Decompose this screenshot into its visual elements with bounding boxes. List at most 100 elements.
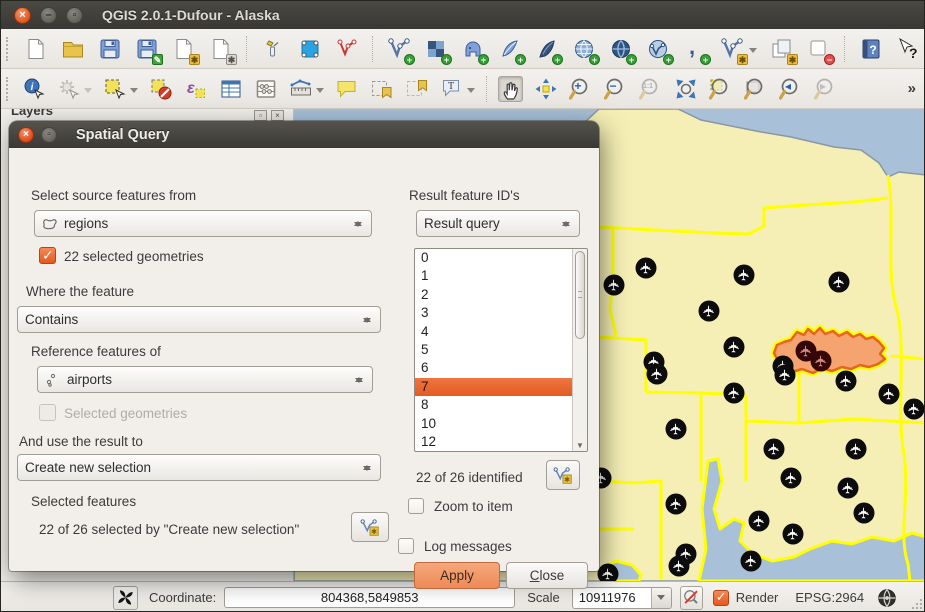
- window-maximize-icon[interactable]: ▫: [66, 7, 83, 24]
- new-bookmark-icon[interactable]: [369, 76, 394, 102]
- create-identified-layer-button[interactable]: ✱: [546, 460, 580, 490]
- new-shapefile-layer-icon-dropdown[interactable]: [749, 48, 757, 57]
- crs-status-button[interactable]: [877, 588, 897, 608]
- dialog-titlebar[interactable]: × ▫ Spatial Query: [9, 121, 599, 148]
- help-contents-icon[interactable]: ?: [858, 36, 883, 62]
- add-delimited-text-layer-icon[interactable]: ,+: [682, 36, 707, 62]
- coordinate-toggle-button[interactable]: [113, 586, 138, 610]
- result-id-item[interactable]: 5: [415, 341, 572, 359]
- dialog-close-icon[interactable]: ×: [18, 127, 34, 143]
- reference-layer-combobox[interactable]: airports: [37, 366, 373, 393]
- result-id-item[interactable]: 10: [415, 415, 572, 433]
- result-id-item[interactable]: 7: [415, 378, 572, 396]
- new-shapefile-layer-icon[interactable]: ✱: [719, 36, 744, 62]
- new-project-icon[interactable]: [23, 36, 48, 62]
- source-layer-combobox[interactable]: regions: [34, 210, 372, 237]
- result-id-item[interactable]: 12: [415, 433, 572, 451]
- close-button[interactable]: Close: [506, 562, 588, 589]
- render-checkbox[interactable]: [713, 590, 729, 606]
- resize-grip[interactable]: [910, 599, 922, 611]
- whats-this-icon[interactable]: ?: [895, 36, 920, 62]
- dock-float-icon[interactable]: ▫: [254, 110, 267, 121]
- zoom-out-icon[interactable]: −: [603, 76, 628, 102]
- result-id-listbox[interactable]: 0123456781012 ▼: [414, 248, 588, 452]
- result-id-item[interactable]: 4: [415, 323, 572, 341]
- touch-navigation-icon[interactable]: [297, 36, 322, 62]
- predicate-combobox[interactable]: Contains: [17, 306, 381, 333]
- add-wfs-layer-icon[interactable]: +: [645, 36, 670, 62]
- run-feature-action-icon-dropdown[interactable]: [84, 88, 92, 97]
- result-id-item[interactable]: 8: [415, 396, 572, 414]
- show-bookmarks-icon[interactable]: [404, 76, 429, 102]
- zoom-to-layer-icon[interactable]: [743, 76, 768, 102]
- zoom-last-icon[interactable]: ◂: [778, 76, 803, 102]
- map-tips-icon[interactable]: [334, 76, 359, 102]
- zoom-to-item-checkbox[interactable]: [408, 498, 424, 514]
- scale-combobox[interactable]: 10911976: [572, 587, 672, 609]
- add-postgis-layer-icon[interactable]: +: [460, 36, 485, 62]
- toolbar-separator: [246, 36, 247, 62]
- log-messages-checkbox[interactable]: [398, 538, 414, 554]
- pan-map-icon[interactable]: [498, 76, 523, 102]
- result-id-item[interactable]: 2: [415, 286, 572, 304]
- add-spatialite-layer-icon[interactable]: +: [497, 36, 522, 62]
- zoom-native-icon[interactable]: 1:1: [638, 76, 663, 102]
- result-action-combobox[interactable]: Create new selection: [17, 454, 381, 481]
- stop-rendering-button[interactable]: [680, 586, 703, 610]
- result-id-item[interactable]: 3: [415, 304, 572, 322]
- add-raster-layer-icon[interactable]: +: [423, 36, 448, 62]
- save-project-icon[interactable]: [97, 36, 122, 62]
- select-features-icon[interactable]: [102, 76, 127, 102]
- add-wcs-layer-icon[interactable]: +: [608, 36, 633, 62]
- node-tool-icon[interactable]: [334, 36, 359, 62]
- add-mssql-layer-icon[interactable]: +: [534, 36, 559, 62]
- airport-marker: ✈: [764, 439, 785, 460]
- composer-manager-icon[interactable]: ✱: [208, 36, 233, 62]
- duplicate-layer-icon[interactable]: ✱: [769, 36, 794, 62]
- save-project-as-icon[interactable]: ✎: [134, 36, 159, 62]
- result-id-item[interactable]: 0: [415, 249, 572, 267]
- text-annotation-icon[interactable]: T: [439, 76, 464, 102]
- select-by-expression-icon[interactable]: ε: [183, 76, 208, 102]
- identify-features-icon[interactable]: i: [21, 76, 46, 102]
- result-query-combobox[interactable]: Result query: [416, 210, 580, 237]
- zoom-in-icon[interactable]: +: [568, 76, 593, 102]
- scrollbar-down-icon[interactable]: ▼: [573, 441, 587, 450]
- measure-icon-dropdown[interactable]: [316, 88, 324, 97]
- text-annotation-icon-dropdown[interactable]: [467, 88, 475, 97]
- add-vector-layer-icon[interactable]: +: [386, 36, 411, 62]
- deselect-all-icon[interactable]: [148, 76, 173, 102]
- add-wms-layer-icon[interactable]: +: [571, 36, 596, 62]
- result-id-item[interactable]: 6: [415, 359, 572, 377]
- new-print-composer-icon[interactable]: ✱: [171, 36, 196, 62]
- run-feature-action-icon[interactable]: [56, 76, 81, 102]
- scrollbar-thumb[interactable]: [575, 251, 585, 339]
- source-selected-checkbox[interactable]: [39, 247, 56, 264]
- gps-tools-icon[interactable]: [260, 36, 285, 62]
- open-project-icon[interactable]: [60, 36, 85, 62]
- svg-text:✱: ✱: [371, 527, 377, 536]
- window-close-icon[interactable]: ×: [14, 7, 31, 24]
- coordinate-input[interactable]: 804368,5849853: [224, 587, 515, 608]
- toolbar-overflow-chevron[interactable]: »: [908, 80, 916, 97]
- measure-icon[interactable]: [288, 76, 313, 102]
- dialog-maximize-icon[interactable]: ▫: [41, 127, 57, 143]
- zoom-full-icon[interactable]: [673, 76, 698, 102]
- listbox-scrollbar[interactable]: ▼: [572, 249, 587, 451]
- open-attribute-table-icon[interactable]: [218, 76, 243, 102]
- apply-button[interactable]: Apply: [414, 562, 500, 589]
- zoom-next-icon[interactable]: ▸: [813, 76, 838, 102]
- window-minimize-icon[interactable]: –: [40, 7, 57, 24]
- field-calculator-icon[interactable]: [253, 76, 278, 102]
- select-features-icon-dropdown[interactable]: [130, 88, 138, 97]
- result-id-item[interactable]: 1: [415, 267, 572, 285]
- pan-to-selection-icon[interactable]: [533, 76, 558, 102]
- toolbar-drag-handle[interactable]: [6, 77, 11, 101]
- scale-dropdown-icon[interactable]: [651, 588, 671, 608]
- toolbar-drag-handle[interactable]: [6, 37, 11, 61]
- remove-layer-icon[interactable]: −: [806, 36, 831, 62]
- dock-close-icon[interactable]: ×: [271, 110, 284, 121]
- create-selection-layer-button[interactable]: ✱: [351, 512, 389, 542]
- zoom-to-selection-icon[interactable]: [708, 76, 733, 102]
- scale-value[interactable]: 10911976: [573, 588, 651, 608]
